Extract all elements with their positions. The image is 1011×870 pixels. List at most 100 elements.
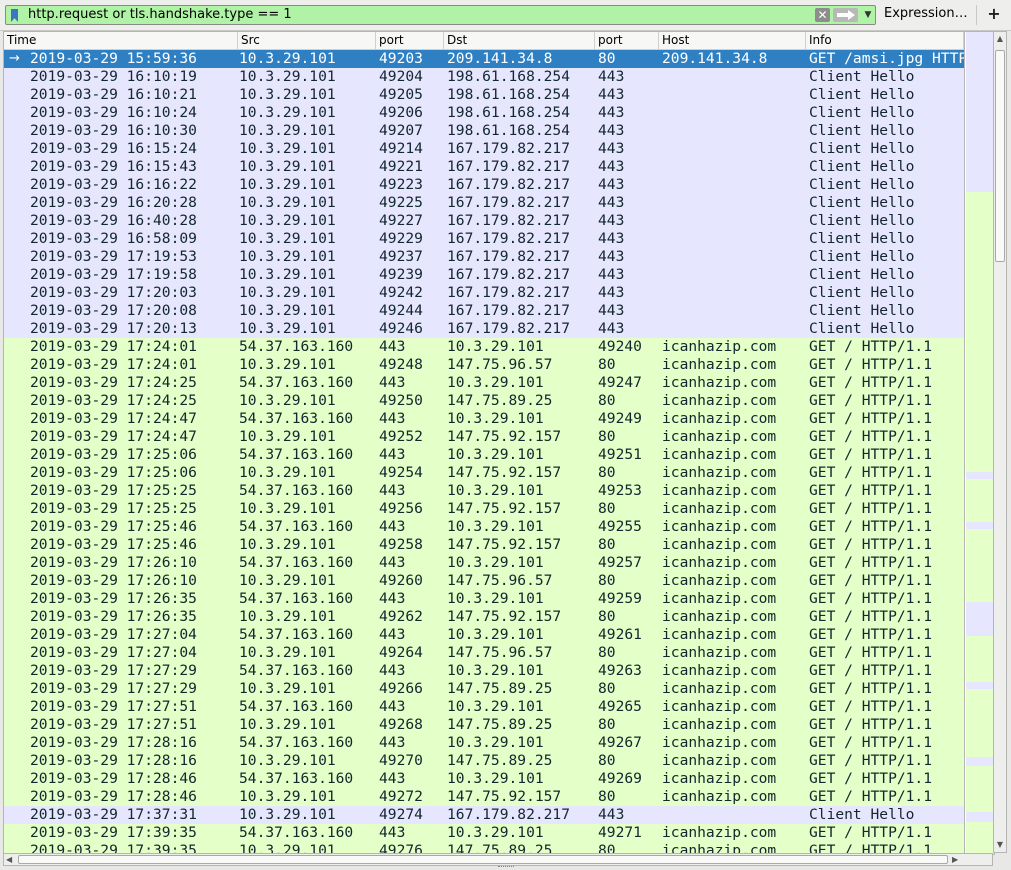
cell-src: 10.3.29.101 (239, 392, 336, 409)
cell-host: icanhazip.com (662, 824, 777, 841)
packet-row[interactable]: 2019-03-29 17:27:04 10.3.29.101 49264 147.7… (4, 644, 964, 662)
column-header-time[interactable]: Time (4, 32, 238, 49)
packet-row[interactable]: 2019-03-29 17:27:29 54.37.163.160 443 10.3.… (4, 662, 964, 680)
column-header-info[interactable]: Info (806, 32, 964, 49)
packet-row[interactable]: 2019-03-29 17:25:25 10.3.29.101 49256 147.7… (4, 500, 964, 518)
packet-row[interactable]: 2019-03-29 16:40:28 10.3.29.101 49227 167.1… (4, 212, 964, 230)
vertical-scrollbar[interactable]: ▲ ▼ (993, 31, 1007, 853)
packet-row[interactable]: 2019-03-29 17:28:16 10.3.29.101 49270 147.7… (4, 752, 964, 770)
bookmark-icon[interactable] (11, 9, 18, 22)
column-header-dst-port[interactable]: port (595, 32, 659, 49)
cell-dst-port: 80 (598, 752, 616, 769)
cell-dst-port: 49271 (598, 824, 642, 841)
packet-row[interactable]: 2019-03-29 17:20:13 10.3.29.101 49246 167.1… (4, 320, 964, 338)
cell-info: GET / HTTP/1.1 (809, 662, 933, 679)
packet-row[interactable]: 2019-03-29 17:28:46 10.3.29.101 49272 147.7… (4, 788, 964, 806)
packet-row[interactable]: 2019-03-29 17:28:16 54.37.163.160 443 10.3.… (4, 734, 964, 752)
packet-row[interactable]: 2019-03-29 17:24:25 54.37.163.160 443 10.3.… (4, 374, 964, 392)
cell-dst: 10.3.29.101 (447, 518, 544, 535)
cell-dst: 147.75.96.57 (447, 572, 553, 589)
packet-row[interactable]: 2019-03-29 17:27:51 10.3.29.101 49268 147.7… (4, 716, 964, 734)
packet-row[interactable]: 2019-03-29 17:27:04 54.37.163.160 443 10.3.… (4, 626, 964, 644)
cell-dst-port: 443 (598, 230, 625, 247)
cell-host (662, 140, 805, 158)
packet-row[interactable]: 2019-03-29 17:26:35 10.3.29.101 49262 147.7… (4, 608, 964, 626)
cell-src-port: 443 (379, 482, 406, 499)
packet-row[interactable]: 2019-03-29 17:24:01 10.3.29.101 49248 147.7… (4, 356, 964, 374)
cell-info: Client Hello (809, 284, 915, 301)
apply-filter-button[interactable] (833, 8, 858, 22)
packet-row[interactable]: 2019-03-29 17:24:01 54.37.163.160 443 10.3.… (4, 338, 964, 356)
filter-history-dropdown-icon[interactable]: ▼ (861, 8, 875, 22)
cell-dst-port: 49255 (598, 518, 642, 535)
cell-time: 2019-03-29 17:20:13 (30, 320, 197, 337)
packet-row[interactable]: 2019-03-29 17:25:46 10.3.29.101 49258 147.7… (4, 536, 964, 554)
cell-info: GET / HTTP/1.1 (809, 500, 933, 517)
packet-row[interactable]: 2019-03-29 17:26:10 54.37.163.160 443 10.3.… (4, 554, 964, 572)
cell-src: 54.37.163.160 (239, 446, 354, 463)
cell-dst-port: 80 (598, 536, 616, 553)
packet-row[interactable]: 2019-03-29 16:10:30 10.3.29.101 49207 198.6… (4, 122, 964, 140)
cell-src: 10.3.29.101 (239, 176, 336, 193)
packet-row[interactable]: 2019-03-29 17:39:35 54.37.163.160 443 10.3.… (4, 824, 964, 842)
cell-src-port: 49242 (379, 284, 423, 301)
clear-filter-icon[interactable]: ✕ (815, 8, 830, 22)
cell-time: 2019-03-29 17:28:16 (30, 752, 197, 769)
packet-row[interactable]: 2019-03-29 17:37:31 10.3.29.101 49274 167.1… (4, 806, 964, 824)
cell-time: 2019-03-29 17:27:04 (30, 644, 197, 661)
cell-src-port: 49258 (379, 536, 423, 553)
packet-row[interactable]: 2019-03-29 17:27:29 10.3.29.101 49266 147.7… (4, 680, 964, 698)
packet-row[interactable]: 2019-03-29 17:19:53 10.3.29.101 49237 167.1… (4, 248, 964, 266)
packet-row[interactable]: 2019-03-29 16:20:28 10.3.29.101 49225 167.1… (4, 194, 964, 212)
packet-row[interactable]: 2019-03-29 16:10:19 10.3.29.101 49204 198.6… (4, 68, 964, 86)
column-header-src[interactable]: Src (238, 32, 376, 49)
packet-row[interactable]: 2019-03-29 17:26:35 54.37.163.160 443 10.3.… (4, 590, 964, 608)
scroll-right-icon[interactable]: ▶ (952, 854, 962, 865)
cell-src-port: 49237 (379, 248, 423, 265)
cell-src-port: 49214 (379, 140, 423, 157)
cell-src: 10.3.29.101 (239, 140, 336, 157)
packet-row[interactable]: 2019-03-29 17:20:03 10.3.29.101 49242 167.1… (4, 284, 964, 302)
packet-minimap[interactable] (964, 32, 994, 854)
packet-row[interactable]: 2019-03-29 17:25:25 54.37.163.160 443 10.3.… (4, 482, 964, 500)
scroll-up-icon[interactable]: ▲ (994, 32, 1006, 46)
packet-row[interactable]: 2019-03-29 16:10:21 10.3.29.101 49205 198.6… (4, 86, 964, 104)
cell-time: 2019-03-29 17:24:47 (30, 428, 197, 445)
packet-row[interactable]: 2019-03-29 16:58:09 10.3.29.101 49229 167.1… (4, 230, 964, 248)
horizontal-scrollbar[interactable]: ◀ ▶ (3, 853, 993, 866)
packet-row[interactable]: 2019-03-29 17:25:06 54.37.163.160 443 10.3.… (4, 446, 964, 464)
add-filter-button[interactable]: + (983, 3, 1005, 25)
cell-src-port: 49252 (379, 428, 423, 445)
vertical-scroll-thumb[interactable] (995, 50, 1005, 262)
packet-row[interactable]: 2019-03-29 17:26:10 10.3.29.101 49260 147.7… (4, 572, 964, 590)
packet-row[interactable]: 2019-03-29 17:20:08 10.3.29.101 49244 167.1… (4, 302, 964, 320)
cell-dst: 10.3.29.101 (447, 482, 544, 499)
column-header-src-port[interactable]: port (376, 32, 444, 49)
pane-splitter-handle[interactable] (498, 866, 514, 870)
packet-row[interactable]: 2019-03-29 16:16:22 10.3.29.101 49223 167.1… (4, 176, 964, 194)
display-filter-text[interactable]: http.request or tls.handshake.type == 1 (28, 7, 292, 22)
display-filter-input[interactable]: http.request or tls.handshake.type == 1 … (5, 5, 876, 25)
packet-row[interactable]: 2019-03-29 17:24:47 54.37.163.160 443 10.3.… (4, 410, 964, 428)
scroll-left-icon[interactable]: ◀ (6, 854, 16, 865)
column-header-host[interactable]: Host (659, 32, 806, 49)
packet-row[interactable]: 2019-03-29 17:25:06 10.3.29.101 49254 147.7… (4, 464, 964, 482)
cell-host: icanhazip.com (662, 464, 777, 481)
packet-row[interactable]: 2019-03-29 16:15:24 10.3.29.101 49214 167.1… (4, 140, 964, 158)
packet-row[interactable]: 2019-03-29 17:25:46 54.37.163.160 443 10.3.… (4, 518, 964, 536)
packet-row[interactable]: 2019-03-29 16:15:43 10.3.29.101 49221 167.1… (4, 158, 964, 176)
cell-host: icanhazip.com (662, 500, 777, 517)
packet-row[interactable]: 2019-03-29 17:24:25 10.3.29.101 49250 147.7… (4, 392, 964, 410)
packet-row-selected[interactable]: → 2019-03-29 15:59:36 10.3.29.101 49203 209.… (4, 50, 964, 68)
cell-time: 2019-03-29 17:19:58 (30, 266, 197, 283)
packet-row[interactable]: 2019-03-29 17:27:51 54.37.163.160 443 10.3.… (4, 698, 964, 716)
scroll-down-icon[interactable]: ▼ (994, 838, 1006, 852)
column-header-dst[interactable]: Dst (444, 32, 595, 49)
cell-dst-port: 443 (598, 194, 625, 211)
packet-row[interactable]: 2019-03-29 17:24:47 10.3.29.101 49252 147.7… (4, 428, 964, 446)
expression-button[interactable]: Expression… (879, 3, 978, 25)
horizontal-scroll-thumb[interactable] (18, 855, 948, 864)
packet-row[interactable]: 2019-03-29 16:10:24 10.3.29.101 49206 198.6… (4, 104, 964, 122)
packet-row[interactable]: 2019-03-29 17:28:46 54.37.163.160 443 10.3.… (4, 770, 964, 788)
packet-row[interactable]: 2019-03-29 17:19:58 10.3.29.101 49239 167.1… (4, 266, 964, 284)
